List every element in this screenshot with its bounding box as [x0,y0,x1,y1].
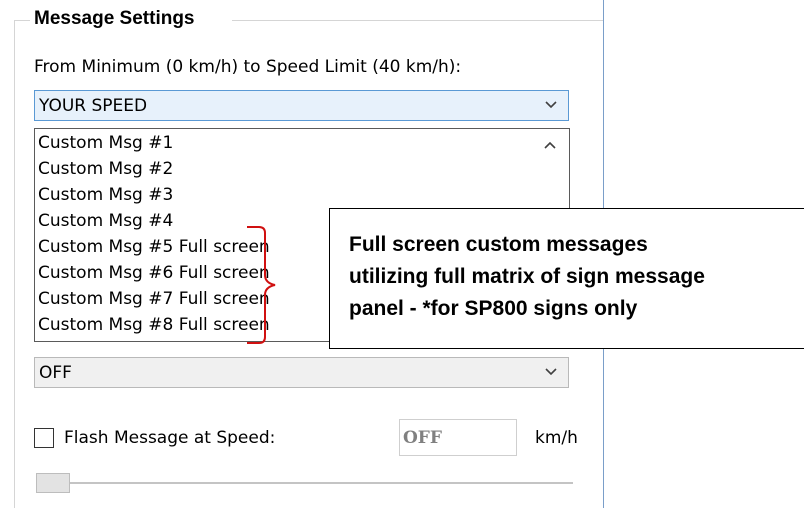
flash-speed-slider-thumb[interactable] [36,473,70,493]
dropdown-option[interactable]: Custom Msg #8 Full screen [38,314,270,336]
dropdown-option[interactable]: Custom Msg #3 [38,184,173,206]
dropdown-option[interactable]: Custom Msg #4 [38,210,173,232]
message-select[interactable]: YOUR SPEED [34,90,569,121]
group-border-top-left [14,20,30,21]
speed-range-caption: From Minimum (0 km/h) to Speed Limit (40… [34,57,462,77]
speed-unit-label: km/h [535,428,578,448]
secondary-select[interactable]: OFF [34,357,569,388]
secondary-select-value: OFF [39,363,72,383]
chevron-down-icon [545,368,557,376]
annotation-callout: Full screen custom messages utilizing fu… [329,208,804,349]
group-border-left [14,20,15,508]
chevron-down-icon [545,101,557,109]
message-select-value: YOUR SPEED [39,96,148,116]
callout-line: utilizing full matrix of sign message [349,265,705,288]
scroll-up-arrow-icon[interactable] [543,138,557,152]
dropdown-option[interactable]: Custom Msg #5 Full screen [38,236,270,258]
group-title: Message Settings [30,6,199,32]
curly-bracket-annotation [247,226,276,344]
flash-speed-input[interactable]: OFF [399,419,517,456]
dropdown-option[interactable]: Custom Msg #7 Full screen [38,288,270,310]
dropdown-option[interactable]: Custom Msg #2 [38,158,173,180]
dropdown-option[interactable]: Custom Msg #6 Full screen [38,262,270,284]
flash-message-checkbox[interactable] [34,428,54,448]
dropdown-option[interactable]: Custom Msg #1 [38,132,173,154]
flash-message-label[interactable]: Flash Message at Speed: [64,427,275,449]
callout-line: panel - *for SP800 signs only [349,297,638,320]
group-border-top-right [232,20,603,21]
flash-speed-slider-track[interactable] [40,482,573,484]
callout-line: Full screen custom messages [349,233,648,256]
